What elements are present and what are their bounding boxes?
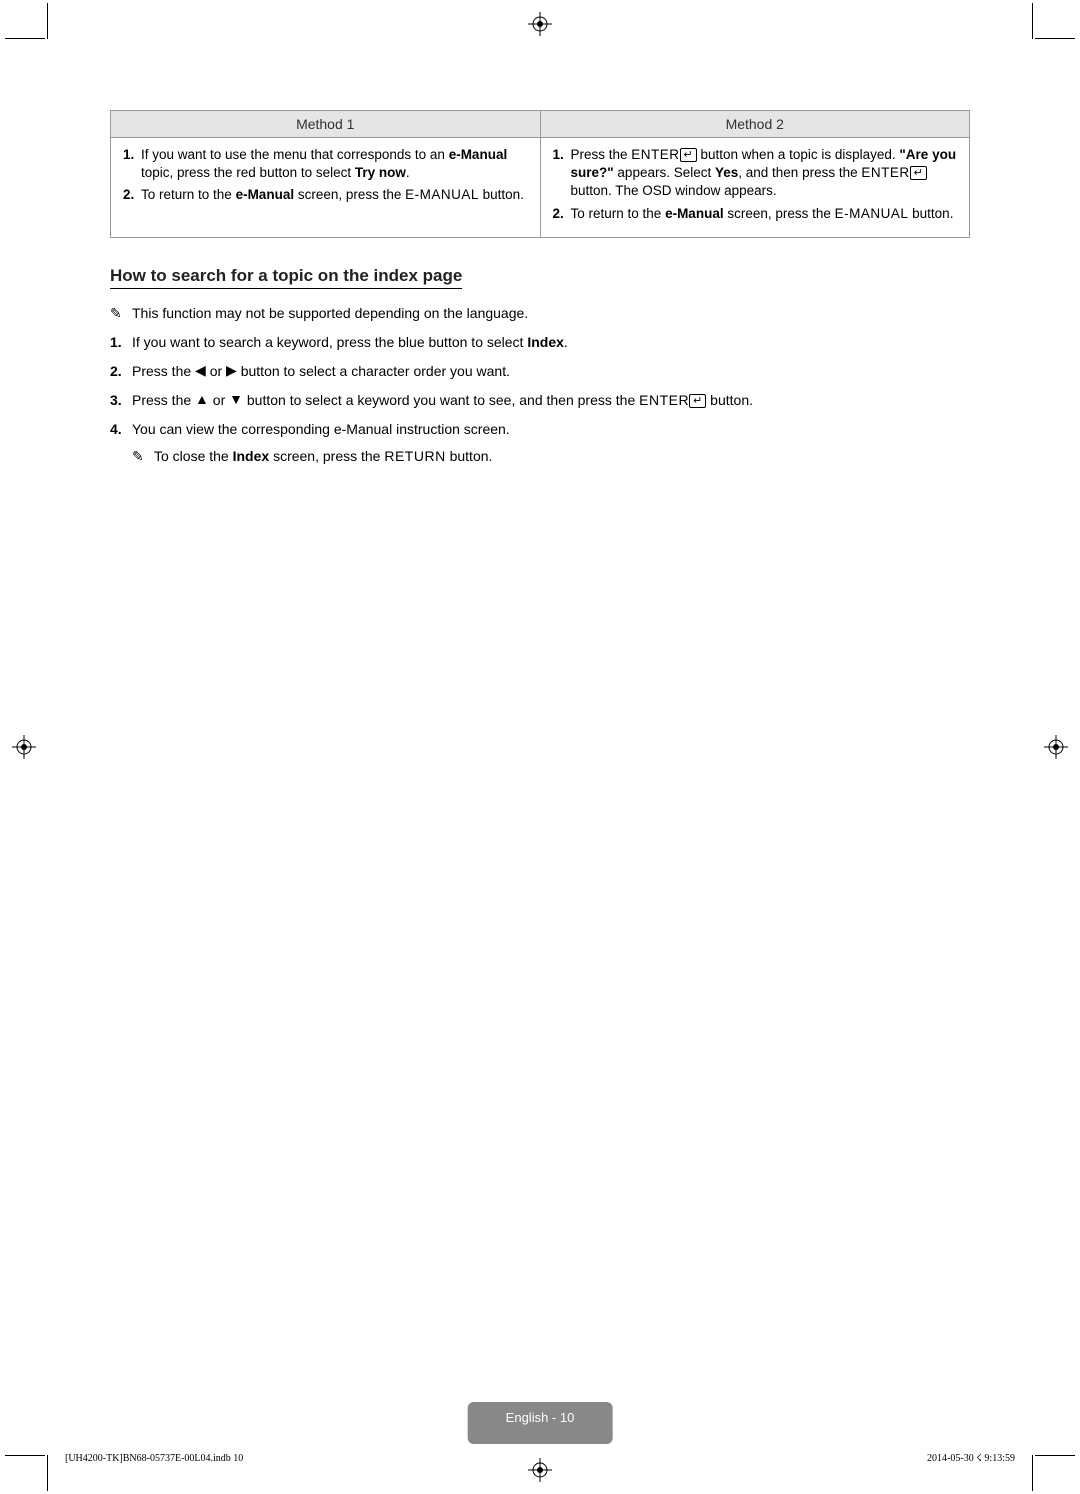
left-arrow-icon: ◀ [195, 360, 206, 381]
table-header-method2: Method 2 [540, 111, 970, 138]
list-number: 2. [110, 361, 132, 382]
note-text: To close the Index screen, press the RET… [154, 446, 492, 467]
crop-mark [5, 1455, 45, 1456]
crop-mark [1035, 38, 1075, 39]
list-item-text: If you want to use the menu that corresp… [141, 146, 528, 182]
note-icon: ✎ [132, 446, 154, 467]
registration-mark-icon [528, 1458, 552, 1482]
table-header-method1: Method 1 [111, 111, 541, 138]
list-item-text: Press the ENTER↵ button when a topic is … [571, 146, 958, 201]
list-number: 1. [110, 332, 132, 353]
list-number: 1. [123, 146, 141, 182]
list-number: 2. [123, 186, 141, 204]
page-number-badge: English - 10 [468, 1402, 613, 1444]
table-cell-method2: 1. Press the ENTER↵ button when a topic … [540, 138, 970, 238]
list-item-text: Press the ◀ or ▶ button to select a char… [132, 361, 970, 382]
enter-icon: ↵ [910, 166, 927, 180]
page-content: Method 1 Method 2 1. If you want to use … [110, 110, 970, 1374]
list-number: 3. [110, 390, 132, 411]
crop-mark [47, 3, 48, 39]
right-arrow-icon: ▶ [226, 360, 237, 381]
crop-mark [1032, 3, 1033, 39]
list-number: 4. [110, 419, 132, 467]
methods-table: Method 1 Method 2 1. If you want to use … [110, 110, 970, 238]
registration-mark-icon [528, 12, 552, 36]
list-number: 2. [553, 205, 571, 223]
list-item-text: To return to the e-Manual screen, press … [571, 205, 958, 223]
up-arrow-icon: ▲ [195, 389, 209, 410]
note-text: This function may not be supported depen… [132, 303, 970, 324]
footer-filename: [UH4200-TK]BN68-05737E-00L04.indb 10 [65, 1453, 243, 1464]
crop-mark [5, 38, 45, 39]
crop-mark [47, 1455, 48, 1491]
footer-timestamp: 2014-05-30 ☇ 9:13:59 [927, 1453, 1015, 1464]
note-icon: ✎ [110, 303, 132, 324]
list-item-text: You can view the corresponding e-Manual … [132, 419, 970, 467]
section-heading: How to search for a topic on the index p… [110, 266, 462, 289]
enter-icon: ↵ [689, 394, 706, 408]
list-item-text: Press the ▲ or ▼ button to select a keyw… [132, 390, 970, 411]
list-item-text: If you want to search a keyword, press t… [132, 332, 970, 353]
list-item-text: To return to the e-Manual screen, press … [141, 186, 528, 204]
down-arrow-icon: ▼ [229, 389, 243, 410]
registration-mark-icon [12, 735, 36, 759]
enter-icon: ↵ [680, 148, 697, 162]
crop-mark [1032, 1455, 1033, 1491]
table-cell-method1: 1. If you want to use the menu that corr… [111, 138, 541, 238]
crop-mark [1035, 1455, 1075, 1456]
list-number: 1. [553, 146, 571, 201]
registration-mark-icon [1044, 735, 1068, 759]
